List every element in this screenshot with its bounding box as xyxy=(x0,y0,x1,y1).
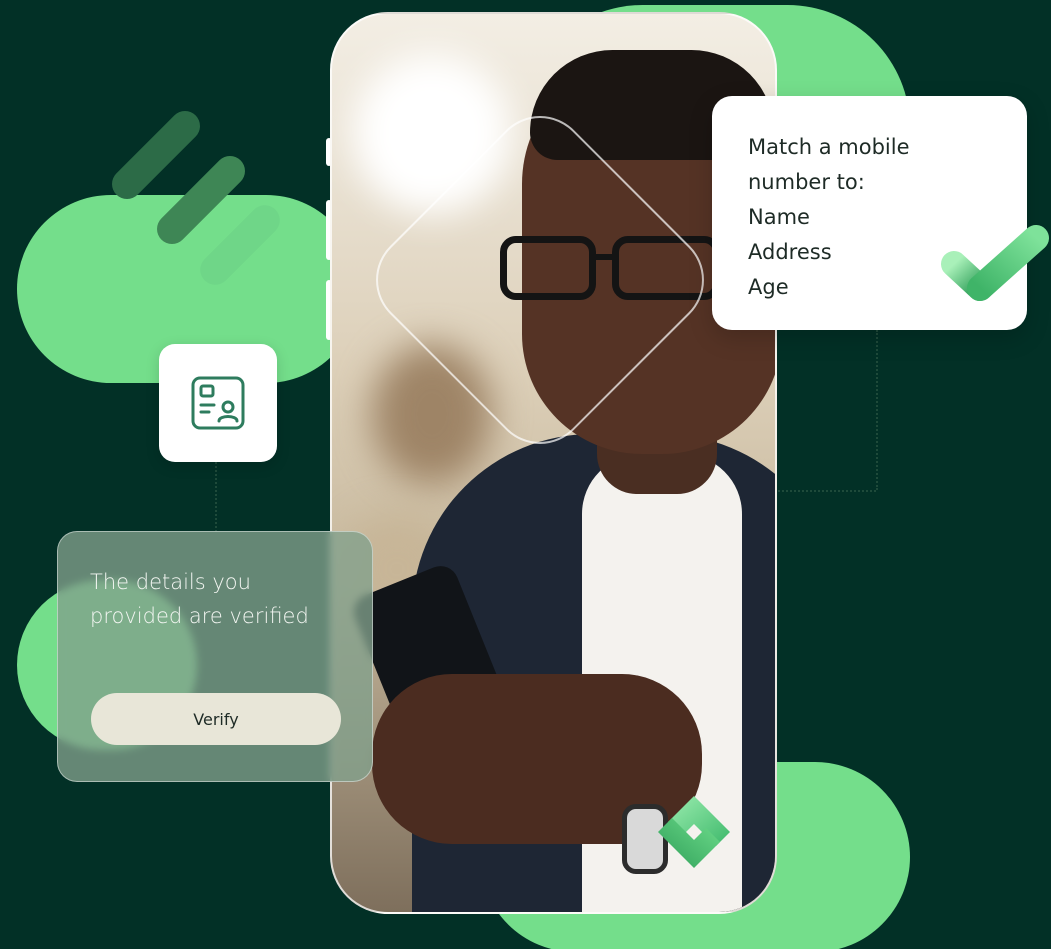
match-line: Match a mobile xyxy=(748,135,910,159)
match-info-text: Match a mobile number to: Name Address A… xyxy=(748,130,910,305)
dotted-connector xyxy=(215,462,217,532)
match-line: number to: xyxy=(748,170,865,194)
checkmark-icon xyxy=(941,225,1049,301)
hero-illustration: Match a mobile number to: Name Address A… xyxy=(0,0,1051,949)
verification-line: The details you xyxy=(90,570,251,594)
match-field-address: Address xyxy=(748,240,832,264)
id-card-icon xyxy=(191,376,245,430)
dotted-connector xyxy=(775,490,876,492)
id-badge-tile xyxy=(159,344,277,462)
match-field-name: Name xyxy=(748,205,810,229)
verification-message: The details you provided are verified xyxy=(90,565,309,633)
dotted-connector xyxy=(876,330,878,490)
brand-logo-icon xyxy=(658,796,730,868)
verify-button[interactable]: Verify xyxy=(91,693,341,745)
match-field-age: Age xyxy=(748,275,789,299)
verification-card: The details you provided are verified Ve… xyxy=(57,531,373,782)
verification-line: provided are verified xyxy=(90,604,309,628)
